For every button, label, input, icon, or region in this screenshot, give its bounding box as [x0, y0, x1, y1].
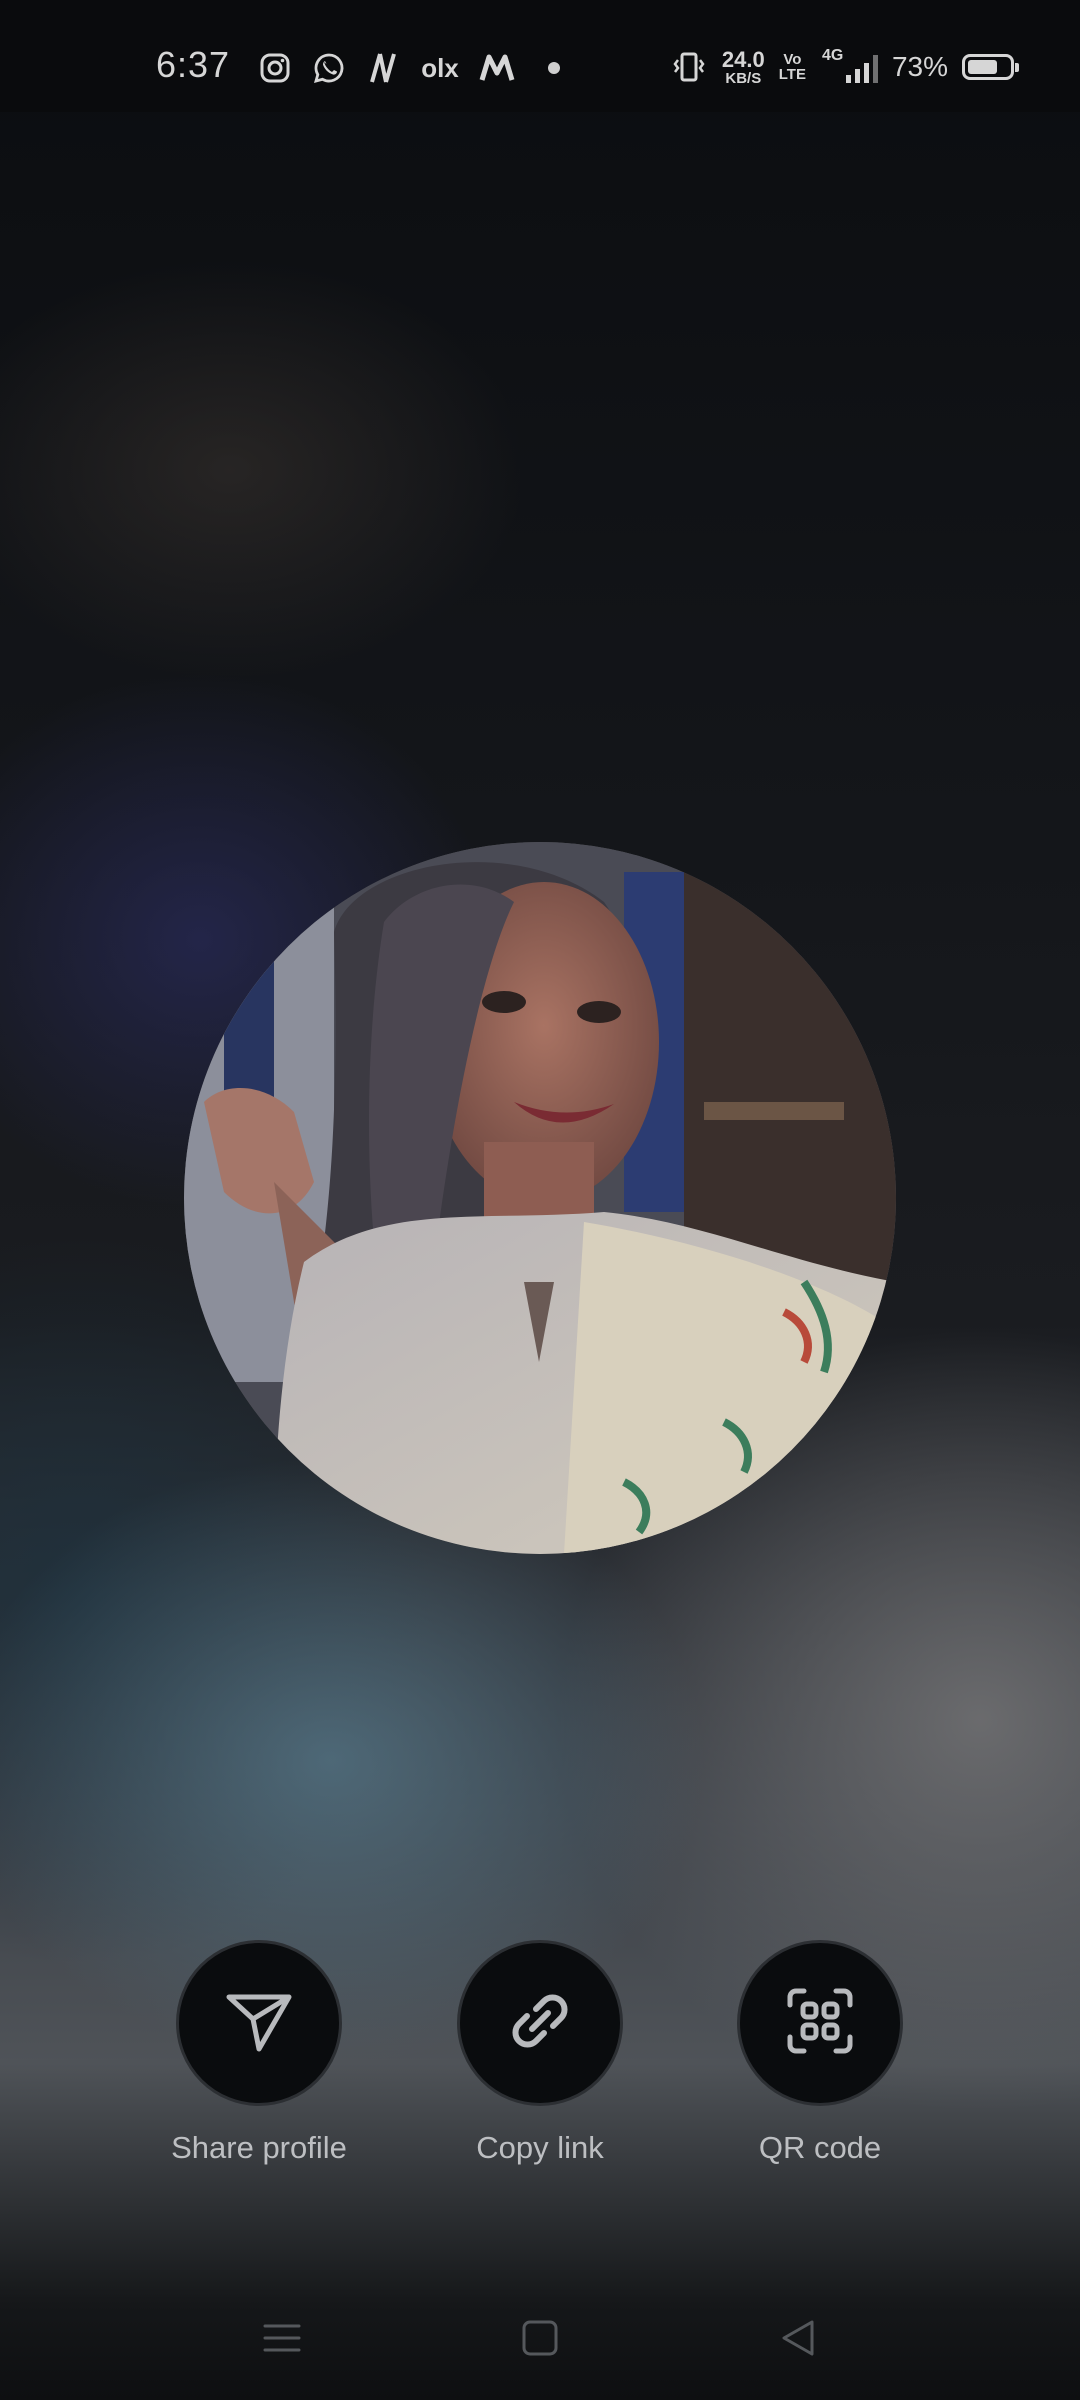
share-profile-label: Share profile	[171, 2130, 347, 2165]
battery-icon	[962, 54, 1019, 80]
copy-link-label: Copy link	[476, 2130, 604, 2165]
notification-icons: olx	[256, 46, 560, 90]
more-dot-icon	[548, 62, 560, 74]
status-bar: 6:37 olx 24.0 KB/S Vo LTE 4G 73%	[0, 0, 1080, 112]
share-profile-button[interactable]: Share profile	[119, 1940, 399, 2166]
volte-indicator: Vo LTE	[778, 51, 806, 83]
qr-scan-icon	[784, 1985, 856, 2062]
navigation-bar	[0, 2270, 1080, 2400]
n-app-icon	[364, 49, 402, 87]
qr-code-label: QR code	[758, 2130, 882, 2165]
status-time: 6:37	[156, 44, 231, 85]
network-speed: 24.0 KB/S	[721, 46, 765, 87]
instagram-icon	[256, 49, 294, 87]
menu-icon[interactable]	[252, 2308, 312, 2368]
battery-percent: 73%	[891, 51, 948, 82]
send-icon	[223, 1985, 295, 2062]
signal-icon: 4G	[820, 47, 878, 87]
back-icon[interactable]	[768, 2308, 828, 2368]
qr-code-button[interactable]: QR code	[680, 1940, 960, 2166]
profile-photo[interactable]	[184, 842, 896, 1554]
link-icon	[504, 1985, 576, 2062]
status-right: 24.0 KB/S Vo LTE 4G 73%	[670, 44, 1019, 90]
m-app-icon	[478, 49, 516, 87]
copy-link-button[interactable]: Copy link	[400, 1940, 680, 2166]
olx-icon: olx	[421, 52, 459, 83]
home-icon[interactable]	[510, 2308, 570, 2368]
whatsapp-icon	[310, 49, 348, 87]
vibrate-icon	[670, 48, 708, 86]
